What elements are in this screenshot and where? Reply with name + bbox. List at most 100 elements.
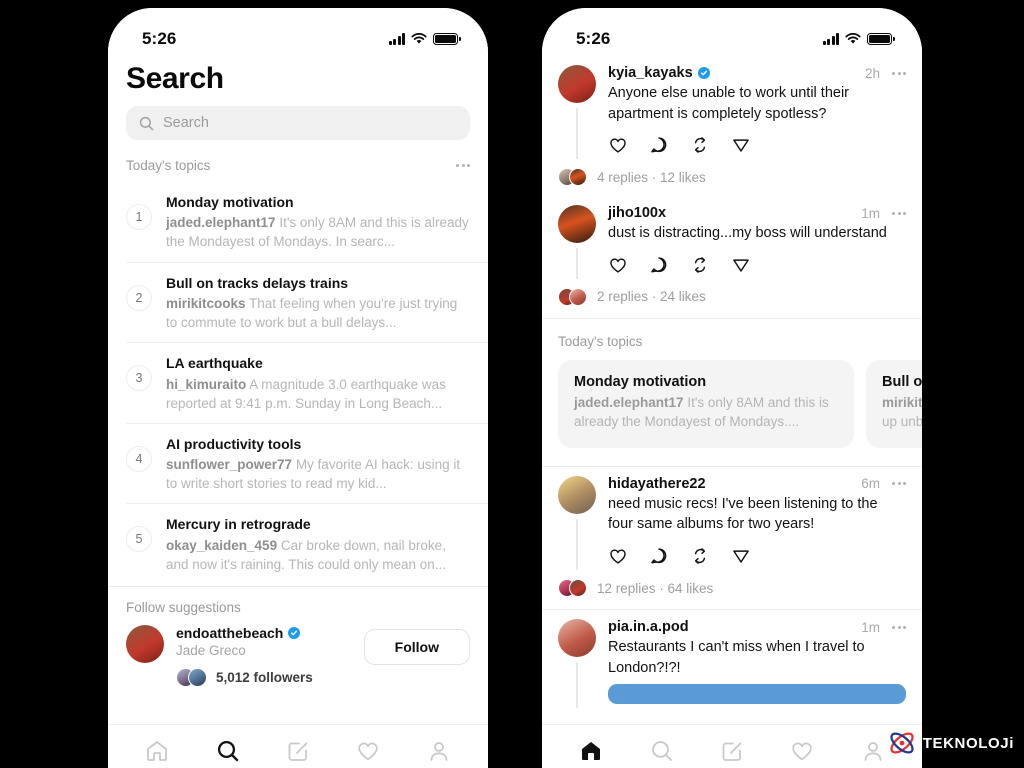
search-icon — [139, 116, 154, 130]
post-text: Anyone else unable to work until their a… — [608, 85, 850, 122]
tab-home[interactable] — [144, 738, 170, 764]
heart-icon[interactable] — [608, 546, 628, 566]
topic-card-snippet-text: up unb — [882, 414, 922, 430]
topic-user: okay_kaiden_459 — [166, 537, 278, 553]
search-input[interactable]: Search — [126, 106, 470, 140]
screenshot-stage: 5:26 Search Search Today's topics 1 Mond… — [0, 0, 1024, 768]
avatar[interactable] — [558, 65, 596, 103]
followers-row: 5,012 followers — [176, 668, 352, 688]
more-horizontal-icon[interactable] — [892, 71, 906, 75]
list-item[interactable]: 3 LA earthquake hi_kimuraito A magnitude… — [126, 343, 488, 424]
facepile — [558, 579, 587, 598]
facepile — [176, 668, 207, 688]
facepile — [558, 287, 587, 306]
more-horizontal-icon[interactable] — [456, 164, 470, 167]
tab-profile[interactable] — [426, 738, 452, 764]
status-icons — [388, 33, 461, 45]
list-item[interactable]: 1 Monday motivation jaded.elephant17 It'… — [126, 182, 488, 263]
left-status-bar: 5:26 — [108, 8, 488, 56]
follow-suggestions-label: Follow suggestions — [126, 600, 241, 616]
more-horizontal-icon[interactable] — [892, 482, 906, 486]
topic-card-user: mirikitc — [882, 394, 922, 410]
list-item[interactable]: 5 Mercury in retrograde okay_kaiden_459 … — [126, 504, 488, 584]
more-horizontal-icon[interactable] — [892, 625, 906, 629]
topic-title: Mercury in retrograde — [166, 516, 311, 533]
heart-icon[interactable] — [608, 135, 628, 155]
avatar[interactable] — [558, 475, 596, 514]
heart-icon[interactable] — [608, 255, 628, 275]
tab-search[interactable] — [215, 738, 241, 764]
share-icon[interactable] — [731, 135, 751, 155]
left-tab-bar — [108, 724, 488, 768]
suggestion-display-name: Jade Greco — [176, 643, 246, 659]
list-item[interactable]: 2 Bull on tracks delays trains mirikitco… — [126, 263, 488, 344]
page-title: Search — [126, 62, 224, 95]
post-username[interactable]: kyia_kayaks — [608, 65, 693, 81]
post-username[interactable]: pia.in.a.pod — [608, 619, 689, 635]
topic-card[interactable]: Monday motivation jaded.elephant17 It's … — [558, 359, 854, 448]
comment-icon[interactable] — [649, 546, 669, 566]
facepile — [558, 168, 587, 187]
feed-post[interactable]: hidayathere22 6m need music recs! I've b… — [542, 467, 922, 571]
follow-button[interactable]: Follow — [363, 629, 470, 666]
tab-activity[interactable] — [789, 738, 815, 764]
comment-icon[interactable] — [649, 255, 669, 275]
avatar[interactable] — [126, 625, 164, 664]
topic-user: hi_kimuraito — [166, 376, 247, 392]
tab-activity[interactable] — [355, 738, 381, 764]
post-stats[interactable]: 4 replies · 12 likes — [542, 159, 922, 196]
right-tab-bar — [542, 724, 922, 768]
topic-title: Monday motivation — [166, 194, 294, 210]
more-horizontal-icon[interactable] — [892, 211, 906, 215]
facepile-avatar — [569, 579, 587, 598]
repost-icon[interactable] — [690, 546, 710, 566]
post-stats[interactable]: 2 replies · 24 likes — [542, 279, 922, 316]
topic-card[interactable]: Bull on mirikitc up unb — [866, 359, 922, 448]
topic-card-user: jaded.elephant17 — [574, 394, 684, 410]
followers-count: 5,012 followers — [216, 670, 313, 686]
post-text: need music recs! I've been listening to … — [608, 495, 878, 533]
search-placeholder: Search — [163, 115, 209, 131]
topic-rank: 1 — [126, 204, 152, 230]
post-username[interactable]: jiho100x — [608, 205, 666, 221]
topic-snippet: mirikitcooks That feeling when you're ju… — [166, 294, 470, 332]
post-username[interactable]: hidayathere22 — [608, 476, 706, 492]
post-attachment-placeholder[interactable] — [608, 684, 906, 705]
repost-icon[interactable] — [690, 135, 710, 155]
list-item[interactable]: 4 AI productivity tools sunflower_power7… — [126, 424, 488, 505]
facepile-avatar — [188, 668, 207, 688]
repost-icon[interactable] — [690, 255, 710, 275]
tab-home[interactable] — [578, 738, 604, 764]
tab-compose[interactable] — [719, 738, 745, 764]
post-timestamp: 1m — [861, 205, 880, 221]
tab-profile[interactable] — [860, 738, 886, 764]
topic-card-title: Bull on — [882, 373, 922, 390]
atom-logo-icon — [890, 732, 914, 754]
left-phone-frame: 5:26 Search Search Today's topics 1 Mond… — [108, 8, 488, 768]
verified-badge-icon — [288, 627, 301, 640]
post-stats[interactable]: 12 replies · 64 likes — [542, 570, 922, 607]
avatar[interactable] — [558, 205, 596, 244]
status-time: 5:26 — [142, 29, 177, 48]
avatar[interactable] — [558, 619, 596, 658]
topic-card-carousel[interactable]: Monday motivation jaded.elephant17 It's … — [542, 359, 922, 464]
feed-post[interactable]: jiho100x 1m dust is distracting...my bos… — [542, 196, 922, 279]
feed-post[interactable]: pia.in.a.pod 1m Restaurants I can't miss… — [542, 610, 922, 709]
topic-rank: 5 — [126, 526, 152, 553]
suggestion-username[interactable]: endoatthebeach — [176, 625, 283, 641]
comment-icon[interactable] — [649, 135, 669, 155]
topic-list: 1 Monday motivation jaded.elephant17 It'… — [108, 182, 488, 584]
tab-compose[interactable] — [285, 738, 311, 764]
tab-search[interactable] — [649, 738, 675, 764]
post-avatar-column — [558, 205, 596, 279]
topic-rank: 2 — [126, 284, 152, 311]
post-stats-text: 12 replies · 64 likes — [597, 580, 714, 596]
post-avatar-column — [558, 475, 596, 571]
todays-topics-header: Today's topics — [108, 152, 488, 182]
topic-title: AI productivity tools — [166, 435, 302, 452]
topic-card-snippet: jaded.elephant17 It's only 8AM and this … — [574, 393, 838, 432]
feed-post[interactable]: kyia_kayaks 2h Anyone else unable to wor… — [542, 56, 922, 160]
post-avatar-column — [558, 619, 596, 709]
share-icon[interactable] — [731, 255, 751, 275]
share-icon[interactable] — [731, 546, 751, 566]
